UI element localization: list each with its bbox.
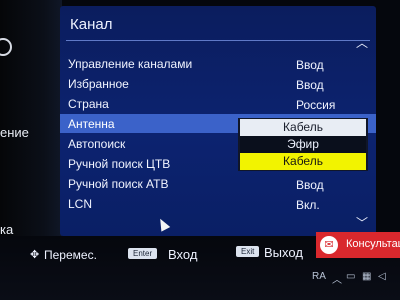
menu-item-label: Управление каналами — [68, 57, 193, 71]
chevron-down-icon[interactable]: ﹀ — [356, 214, 368, 231]
dropdown-option-cable-highlighted[interactable]: Кабель — [240, 153, 366, 170]
notification-label: Консультации — [346, 238, 400, 250]
menu-item-value: Россия — [296, 98, 336, 112]
page-title: Канал — [70, 16, 113, 33]
left-menu-item-partial-2: ка — [0, 222, 14, 237]
dropdown-option-air[interactable]: Эфир — [240, 136, 366, 153]
menu-item-label: Страна — [68, 97, 109, 111]
menu-item-label: Ручной поиск АТВ — [68, 177, 169, 191]
logo-ring-icon — [0, 38, 12, 56]
menu-item-lcn[interactable]: LCN Вкл. — [60, 194, 376, 213]
menu-item-label: Антенна — [68, 117, 115, 131]
title-divider — [66, 40, 370, 41]
enter-hint-label: Вход — [168, 247, 198, 262]
menu-item-channel-management[interactable]: Управление каналами Ввод — [60, 54, 376, 73]
menu-item-label: Автопоиск — [68, 137, 126, 151]
chevron-up-icon[interactable]: ︿ — [332, 271, 342, 286]
antenna-dropdown[interactable]: Кабель Эфир Кабель — [238, 118, 368, 171]
mail-icon: ✉ — [320, 236, 338, 254]
menu-item-value: Ввод — [296, 58, 324, 72]
menu-item-value: Вкл. — [296, 198, 320, 212]
exit-key-badge: Exit — [236, 246, 260, 257]
menu-item-country[interactable]: Страна Россия — [60, 94, 376, 113]
enter-key-badge: Enter — [128, 248, 158, 259]
battery-icon: ▭ — [346, 271, 356, 282]
menu-item-manual-atv[interactable]: Ручной поиск АТВ Ввод — [60, 174, 376, 193]
move-hint-label: Перемес. — [44, 248, 97, 262]
exit-hint-label: Выход — [264, 245, 303, 260]
volume-icon: ◁ — [378, 271, 386, 282]
four-way-arrows-icon: ✥ — [30, 249, 40, 261]
menu-item-favorites[interactable]: Избранное Ввод — [60, 74, 376, 93]
chevron-up-icon[interactable]: ︿ — [356, 34, 368, 51]
menu-item-label: Избранное — [68, 77, 129, 91]
menu-item-value: Ввод — [296, 178, 324, 192]
left-menu-item-partial-1: ение — [0, 125, 29, 140]
system-tray: RA ︿ ▭ ▦ ◁ — [308, 268, 400, 288]
network-icon: ▦ — [362, 271, 372, 282]
dropdown-option-cable[interactable]: Кабель — [240, 119, 366, 136]
menu-item-label: LCN — [68, 197, 93, 211]
tray-letters: RA — [312, 271, 326, 282]
consultation-notification[interactable]: ✉ Консультации — [316, 232, 400, 258]
menu-item-value: Ввод — [296, 78, 324, 92]
menu-item-label: Ручной поиск ЦТВ — [68, 157, 171, 171]
